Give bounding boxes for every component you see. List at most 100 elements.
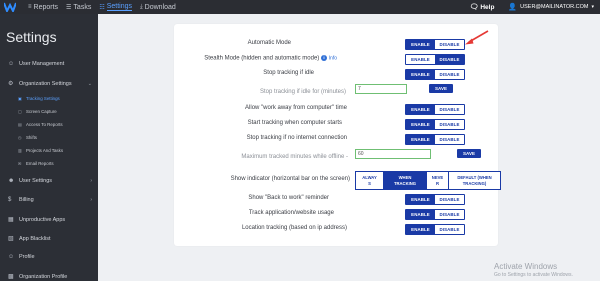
stealth-mode-enable-button[interactable]: ENABLE (406, 55, 435, 64)
mail-icon: ✉ (18, 161, 22, 166)
indicator-when-tracking-text: WHEN TRACKING (393, 175, 417, 186)
stop-internet-disable-button[interactable]: DISABLE (435, 135, 464, 144)
stop-idle-disable-button[interactable]: DISABLE (435, 70, 464, 79)
profile-icon: ☺ (8, 254, 15, 260)
building-icon: ▩ (8, 274, 14, 280)
indicator-never-button[interactable]: NEVE R (427, 172, 449, 189)
automatic-mode-disable-button[interactable]: DISABLE (435, 40, 464, 49)
nav-download-label: Download (144, 3, 176, 11)
stealth-mode-label-group: Stealth Mode (hidden and automatic mode)… (204, 55, 337, 62)
report-icon: ▤ (18, 122, 22, 127)
location-enable-button[interactable]: ENABLE (406, 225, 435, 234)
start-computer-label: Start tracking when computer starts (247, 120, 342, 126)
help-label: Help (480, 3, 495, 11)
tracking-icon: ▣ (18, 96, 22, 101)
indicator-when-tracking-button[interactable]: WHEN TRACKING (384, 172, 427, 189)
chevron-right-icon: › (90, 178, 92, 184)
sidebar-item-user-settings[interactable]: ☻ User Settings › (0, 178, 98, 184)
sidebar-item-profile[interactable]: ☺ Profile (0, 254, 98, 260)
sidebar-subitem-screen-capture[interactable]: ▢ Screen Capture (0, 109, 98, 114)
camera-icon: ▢ (18, 109, 22, 114)
idle-minutes-save-button[interactable]: SAVE (429, 84, 453, 93)
user-icon: ☺ (8, 61, 15, 67)
automatic-mode-toggle: ENABLE DISABLE (405, 39, 465, 50)
sidebar-item-label: Profile (19, 254, 35, 260)
sidebar-item-label: App Blacklist (19, 235, 51, 242)
user-gear-icon: ☻ (8, 178, 15, 184)
indicator-default-text: DEFAULT (WHEN TRACKING) (457, 175, 492, 186)
nav-settings[interactable]: ☷ Settings (99, 0, 133, 14)
away-time-label: Allow "work away from computer" time (245, 105, 347, 111)
sidebar-item-label: Unproductive Apps (19, 216, 66, 223)
indicator-always-button[interactable]: ALWAY S (356, 172, 384, 189)
indicator-always-text: ALWAY S (362, 175, 377, 186)
idle-minutes-label: Stop tracking if idle for (minutes) (259, 89, 346, 95)
annotation-arrow-icon (465, 30, 489, 45)
app-usage-disable-button[interactable]: DISABLE (435, 210, 464, 219)
sidebar-subitem-email-reports[interactable]: ✉ Email Reports (0, 161, 98, 166)
help-button[interactable]: 🗨 Help (469, 3, 495, 12)
stop-idle-toggle: ENABLE DISABLE (405, 69, 465, 80)
back-to-work-disable-button[interactable]: DISABLE (435, 195, 464, 204)
sidebar-item-label: Billing (19, 197, 34, 203)
max-offline-save-button[interactable]: SAVE (457, 149, 481, 158)
sidebar-title: Settings (6, 29, 57, 45)
sidebar-item-label: Organization Settings (19, 80, 72, 87)
back-to-work-toggle: ENABLE DISABLE (405, 194, 465, 205)
chevron-down-icon[interactable]: ▾ (591, 4, 594, 10)
idle-minutes-input[interactable]: 7 (355, 84, 407, 94)
stop-internet-enable-button[interactable]: ENABLE (406, 135, 435, 144)
app-icon: ▦ (8, 217, 14, 223)
back-to-work-enable-button[interactable]: ENABLE (406, 195, 435, 204)
sidebar: Settings ☺ User Management ⚙ Organizatio… (0, 14, 98, 281)
user-email[interactable]: USER@MAILINATOR.COM (520, 4, 588, 10)
sidebar-subitem-shifts[interactable]: ◷ Shifts (0, 135, 98, 140)
sidebar-subitem-access-to-reports[interactable]: ▤ Access To Reports (0, 122, 98, 127)
user-avatar-icon: 👤 (508, 4, 518, 11)
folder-icon: ▥ (18, 148, 22, 153)
chat-icon: 🗨 (469, 4, 479, 11)
sidebar-item-organization-profile[interactable]: ▩ Organization Profile (0, 273, 98, 281)
logo-icon[interactable] (4, 2, 16, 12)
app-usage-enable-button[interactable]: ENABLE (406, 210, 435, 219)
automatic-mode-label: Automatic Mode (247, 40, 291, 46)
tracking-settings-card: Automatic Mode ENABLE DISABLE Stealth Mo… (174, 24, 501, 246)
watermark-title: Activate Windows (494, 262, 558, 271)
location-label: Location tracking (based on ip address) (241, 225, 347, 231)
activate-windows-watermark: Activate Windows Go to Settings to activ… (494, 262, 573, 278)
sidebar-item-app-blacklist[interactable]: ▧ App Blacklist (0, 235, 98, 243)
app-usage-toggle: ENABLE DISABLE (405, 209, 465, 220)
stealth-mode-info-link[interactable]: Info (329, 56, 337, 62)
sidebar-item-user-management[interactable]: ☺ User Management (0, 61, 98, 67)
sidebar-subitem-tracking-settings[interactable]: ▣ Tracking Settings (0, 96, 98, 101)
sidebar-subitem-label: Screen Capture (26, 109, 57, 114)
nav-tasks[interactable]: ☰ Tasks (66, 0, 91, 14)
top-right-controls: 🗨 Help 👤 USER@MAILINATOR.COM ▾ (469, 0, 594, 14)
sidebar-item-label: User Management (19, 61, 65, 67)
sidebar-item-label: Organization Profile (19, 273, 68, 280)
sidebar-subitem-label: Email Reports (26, 161, 54, 166)
away-time-enable-button[interactable]: ENABLE (406, 105, 435, 114)
start-computer-disable-button[interactable]: DISABLE (435, 120, 464, 129)
nav-reports[interactable]: ≡ Reports (28, 0, 58, 14)
sidebar-item-organization-settings[interactable]: ⚙ Organization Settings ⌄ (0, 80, 98, 88)
clock-icon: ◷ (18, 135, 22, 140)
stop-idle-enable-button[interactable]: ENABLE (406, 70, 435, 79)
automatic-mode-enable-button[interactable]: ENABLE (406, 40, 435, 49)
nav-download[interactable]: ⤓ Download (140, 0, 176, 14)
app-usage-label: Track application/website usage (248, 210, 334, 216)
info-icon[interactable]: i (320, 55, 327, 61)
stealth-mode-label: Stealth Mode (hidden and automatic mode) (204, 55, 320, 62)
max-offline-input[interactable]: 60 (355, 149, 431, 159)
indicator-never-text: NEVE R (431, 175, 444, 186)
away-time-disable-button[interactable]: DISABLE (435, 105, 464, 114)
stealth-mode-disable-button[interactable]: DISABLE (435, 55, 464, 64)
location-disable-button[interactable]: DISABLE (435, 225, 464, 234)
sidebar-subitem-projects-and-tasks[interactable]: ▥ Projects And Tasks (0, 148, 98, 153)
download-icon: ⤓ (140, 3, 143, 10)
start-computer-enable-button[interactable]: ENABLE (406, 120, 435, 129)
sidebar-subitem-label: Access To Reports (26, 122, 63, 127)
sidebar-item-billing[interactable]: $ Billing › (0, 197, 98, 203)
sidebar-item-unproductive-apps[interactable]: ▦ Unproductive Apps (0, 216, 98, 224)
indicator-default-button[interactable]: DEFAULT (WHEN TRACKING) (449, 172, 500, 189)
